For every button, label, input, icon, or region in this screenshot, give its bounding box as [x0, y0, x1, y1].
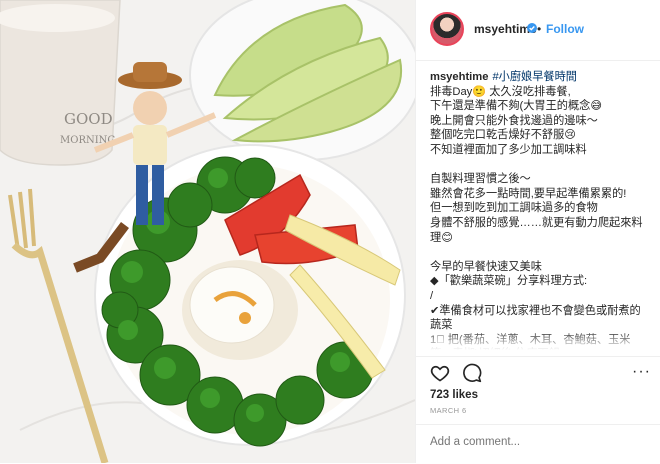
- instagram-post: GOOD MORNING msyehtime • Follow msyehtim…: [0, 0, 660, 463]
- mug-text-good: GOOD: [64, 110, 113, 128]
- caption-line: 今早的早餐快速又美味: [430, 260, 542, 273]
- likes-count[interactable]: 723 likes: [430, 389, 478, 401]
- caption-fade: [430, 330, 655, 350]
- post-caption: msyehtime #小廚娘早餐時間 排毒Day🙂 太久沒吃排毒餐, 下午還是準備不…: [430, 70, 655, 350]
- caption-line: 下午還是準備不夠(大胃王的概念😅: [430, 100, 603, 113]
- caption-lines: 排毒Day🙂 太久沒吃排毒餐, 下午還是準備不夠(大胃王的概念😅 晚上開會只能外食找…: [430, 85, 655, 350]
- caption-line: 排毒Day🙂 太久沒吃排毒餐,: [430, 85, 571, 98]
- caption-first-line: msyehtime #小廚娘早餐時間: [430, 70, 655, 85]
- caption-line: [430, 245, 655, 260]
- caption-line: /: [430, 289, 434, 302]
- post-header: msyehtime • Follow: [416, 0, 660, 61]
- caption-username[interactable]: msyehtime: [430, 71, 488, 83]
- heart-icon[interactable]: [430, 363, 450, 383]
- caption-line: 晚上開會只能外食找邊過的邊味～: [430, 114, 598, 127]
- verified-badge-icon: [527, 23, 537, 33]
- post-photo[interactable]: GOOD MORNING: [0, 0, 415, 463]
- caption-line: ◆「歡樂蔬菜碗」分享料理方式:: [430, 275, 588, 288]
- avatar[interactable]: [430, 12, 464, 46]
- comment-icon[interactable]: [462, 363, 482, 383]
- comment-area: [416, 424, 660, 464]
- separator-dot: •: [537, 22, 542, 36]
- caption-hashtag[interactable]: #小廚娘早餐時間: [492, 71, 577, 83]
- caption-line: 不知道裡面加了多少加工調味料: [430, 143, 587, 156]
- caption-line: 雖然會花多一點時間,要早起準備累累的!: [430, 187, 627, 200]
- caption-line: [430, 158, 655, 173]
- comment-input[interactable]: [430, 436, 630, 448]
- post-side-panel: msyehtime • Follow msyehtime #小廚娘早餐時間 排毒D…: [415, 0, 660, 463]
- caption-line: ✔準備食材可以找家裡也不會變色或耐煮的: [430, 304, 641, 317]
- follow-button[interactable]: Follow: [546, 22, 584, 36]
- caption-line: 理😊: [430, 231, 453, 244]
- caption-line: 自製料理習慣之後～: [430, 173, 531, 186]
- breakfast-bowl-image: GOOD MORNING: [0, 0, 415, 463]
- action-bar: ···: [416, 356, 660, 387]
- caption-line: 整個吃完口乾舌燥好不舒服😢: [430, 129, 576, 142]
- more-options-icon[interactable]: ···: [632, 363, 651, 381]
- caption-line: 但一想到吃到加工調味過多的食物: [430, 202, 598, 215]
- caption-line: 身體不舒服的感覺……就更有動力爬起來料: [430, 216, 643, 229]
- post-date: MARCH 6: [430, 406, 467, 415]
